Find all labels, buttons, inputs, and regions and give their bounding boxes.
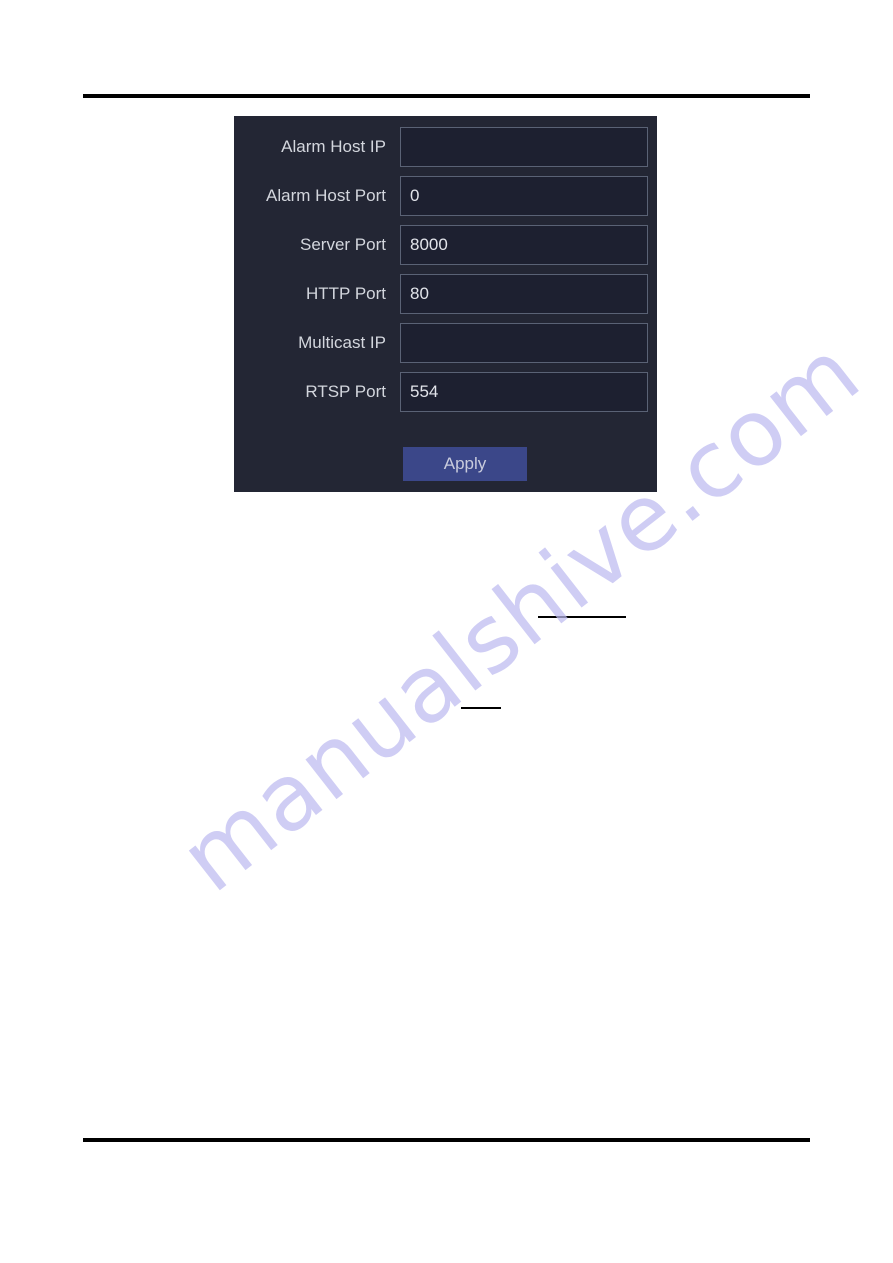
input-alarm-host-port[interactable]: 0 bbox=[400, 176, 648, 216]
page-footer-rule bbox=[83, 1138, 810, 1142]
label-alarm-host-ip: Alarm Host IP bbox=[281, 137, 386, 156]
label-alarm-host-port: Alarm Host Port bbox=[266, 186, 386, 205]
input-rtsp-port[interactable]: 554 bbox=[400, 372, 648, 412]
form-row-http-port: HTTP Port 80 bbox=[234, 273, 657, 315]
apply-button[interactable]: Apply bbox=[403, 447, 527, 481]
form-row-rtsp-port: RTSP Port 554 bbox=[234, 371, 657, 413]
form-row-alarm-host-ip: Alarm Host IP bbox=[234, 126, 657, 168]
page-header-rule bbox=[83, 94, 810, 98]
input-server-port[interactable]: 8000 bbox=[400, 225, 648, 265]
form-row-server-port: Server Port 8000 bbox=[234, 224, 657, 266]
input-http-port[interactable]: 80 bbox=[400, 274, 648, 314]
body-underline-rule-1 bbox=[538, 616, 626, 618]
watermark-text: manualshive.com bbox=[160, 318, 880, 913]
body-underline-rule-2 bbox=[461, 707, 501, 709]
input-multicast-ip[interactable] bbox=[400, 323, 648, 363]
label-server-port: Server Port bbox=[300, 235, 386, 254]
input-alarm-host-ip[interactable] bbox=[400, 127, 648, 167]
form-row-multicast-ip: Multicast IP bbox=[234, 322, 657, 364]
network-settings-dialog: Alarm Host IP Alarm Host Port 0 Server P… bbox=[234, 116, 657, 492]
label-rtsp-port: RTSP Port bbox=[305, 382, 386, 401]
label-http-port: HTTP Port bbox=[306, 284, 386, 303]
label-multicast-ip: Multicast IP bbox=[298, 333, 386, 352]
form-row-alarm-host-port: Alarm Host Port 0 bbox=[234, 175, 657, 217]
